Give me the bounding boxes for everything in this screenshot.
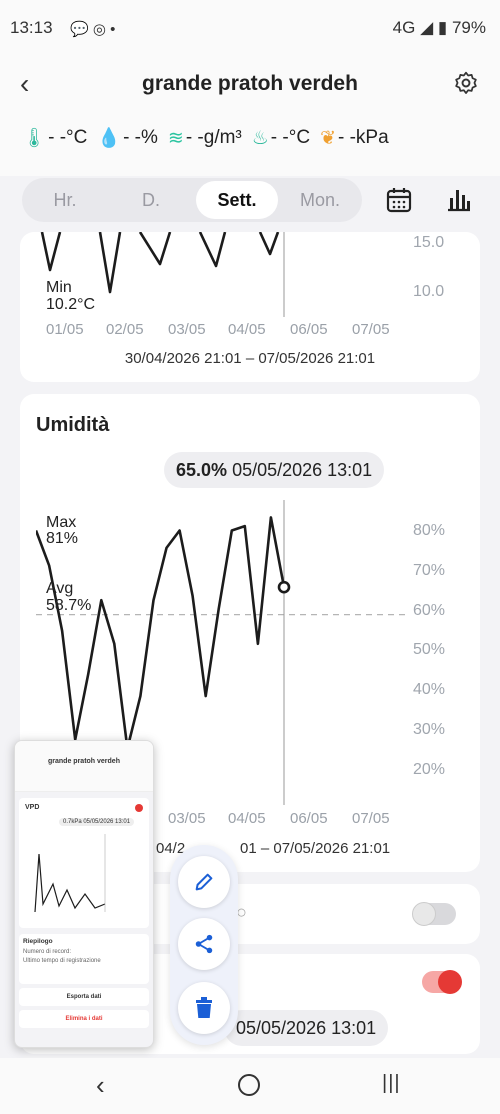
last-readout: 05/05/2026 13:01 — [224, 1010, 389, 1046]
thumb-summary: Riepilogo Numero di record: Ultimo tempo… — [19, 934, 149, 984]
droplet-icon: 💧 — [97, 128, 122, 149]
hum-y-tick: 80% — [413, 522, 446, 539]
temp-x-tick: 02/05 — [106, 321, 144, 338]
hum-x-tick: 04/05 — [228, 810, 266, 827]
thumb-delete-button: Elimina i dati — [19, 1010, 149, 1028]
trash-icon — [196, 997, 212, 1018]
gear-icon[interactable] — [453, 70, 479, 101]
hum-y-tick: 20% — [413, 761, 446, 778]
hum-y-tick: 50% — [413, 641, 446, 658]
temp-y-tick: 10.0 — [413, 283, 445, 300]
network-label: 4G — [392, 18, 416, 37]
delete-button[interactable] — [178, 982, 230, 1034]
stat-absolute-humidity-value: - -g/m³ — [185, 127, 242, 148]
thumb-last-time-label: Ultimo tempo di registrazione — [23, 958, 101, 964]
thumb-records-label: Numero di record: — [23, 949, 72, 955]
thumb-toggle — [135, 804, 143, 812]
hum-avg-value: 58.7% — [46, 597, 92, 614]
thumb-tabs — [15, 768, 153, 792]
thumb-vpd-title: VPD — [25, 804, 40, 811]
tab-day[interactable]: D. — [108, 178, 194, 222]
temp-min-value: 10.2°C — [46, 296, 96, 313]
page-title: grande pratoh verdeh — [142, 72, 358, 95]
humidity-title: Umidità — [36, 414, 110, 436]
tab-month[interactable]: Mon. — [278, 178, 362, 222]
edit-button[interactable] — [178, 856, 230, 908]
hum-x-tick: 07/05 — [352, 810, 390, 827]
battery-label: 79% — [451, 18, 486, 37]
nav-home-icon[interactable] — [238, 1074, 260, 1096]
thumb-readout: 0.7kPa 05/05/2026 13:01 — [59, 818, 135, 826]
wind-icon: ≋ — [167, 127, 184, 149]
stat-dewpoint-value: - -°C — [270, 127, 311, 148]
hum-x-tick: 03/05 — [168, 810, 206, 827]
humidity-readout-time: 05/05/2026 13:01 — [232, 460, 373, 480]
status-right: 4G ◢ ▮ 79% — [392, 18, 486, 37]
temp-x-tick: 07/05 — [352, 321, 390, 338]
screenshot-thumbnail[interactable]: grande pratoh verdeh VPD 0.7kPa 05/05/20… — [14, 740, 154, 1048]
temp-x-tick: 06/05 — [290, 321, 328, 338]
hum-x-tick: 06/05 — [290, 810, 328, 827]
thumb-vpd-card: VPD 0.7kPa 05/05/2026 13:01 — [19, 798, 149, 928]
temp-range: 30/04/2026 21:01 – 07/05/2026 21:01 — [124, 350, 376, 367]
stat-vpd-value: - -kPa — [337, 127, 389, 148]
hum-y-tick: 30% — [413, 721, 446, 738]
stat-vpd: ❦ - -kPa — [320, 127, 389, 150]
thumb-statusbar — [15, 741, 153, 755]
pencil-icon — [195, 873, 213, 891]
toggle-knob — [412, 902, 436, 926]
temp-y-tick: 15.0 — [413, 234, 445, 251]
notification-icons: 💬 ◎ • — [70, 21, 116, 38]
hum-max-value: 81% — [46, 530, 79, 547]
humidity-cursor-point[interactable] — [277, 580, 291, 594]
stat-temperature: 🌡 - -°C — [22, 126, 87, 150]
humidity-series-line — [36, 516, 286, 750]
tab-hour[interactable]: Hr. — [22, 178, 108, 222]
leaf-icon: ❦ — [320, 127, 336, 149]
temp-x-tick: 01/05 — [46, 321, 84, 338]
stat-humidity-value: - -% — [123, 127, 158, 148]
stat-dewpoint: ♨ - -°C — [252, 127, 310, 150]
stat-humidity: 💧 - -% — [97, 126, 158, 150]
nav-recents-icon[interactable]: ||| — [382, 1072, 401, 1095]
stat-absolute-humidity: ≋ - -g/m³ — [168, 127, 242, 150]
bar-chart-icon[interactable] — [446, 186, 472, 217]
tab-week[interactable]: Sett. — [196, 181, 278, 219]
hum-y-tick: 70% — [413, 562, 446, 579]
temp-x-tick: 03/05 — [168, 321, 206, 338]
stats-row: 🌡 - -°C 💧 - -% ≋ - -g/m³ ♨ - -°C ❦ - -kPa — [22, 126, 389, 150]
toggle-knob — [438, 970, 462, 994]
stat-temperature-value: - -°C — [48, 127, 88, 148]
thermometer-icon: 🌡 — [22, 128, 47, 149]
hum-y-tick: 40% — [413, 681, 446, 698]
hum-avg-label: Avg — [46, 580, 74, 597]
dewpoint-icon: ♨ — [251, 127, 269, 149]
temp-x-tick: 04/05 — [228, 321, 266, 338]
thumb-chart — [34, 834, 106, 913]
status-time: 13:13 — [10, 18, 53, 37]
share-button[interactable] — [178, 918, 230, 970]
share-icon — [195, 934, 213, 954]
hum-range-part2: 01 – 07/05/2026 21:01 — [240, 840, 391, 857]
nav-back-icon[interactable]: ‹ — [96, 1070, 105, 1101]
thumb-title: grande pratoh verdeh — [15, 755, 153, 768]
thumb-export-button: Esporta dati — [19, 988, 149, 1006]
temp-min-label: Min — [46, 279, 72, 296]
thumb-summary-title: Riepilogo — [23, 938, 53, 945]
hum-y-tick: 60% — [413, 602, 446, 619]
humidity-readout: 65.0% 05/05/2026 13:01 — [164, 452, 385, 488]
calendar-icon[interactable] — [386, 186, 412, 219]
humidity-readout-value: 65.0% — [176, 460, 228, 480]
